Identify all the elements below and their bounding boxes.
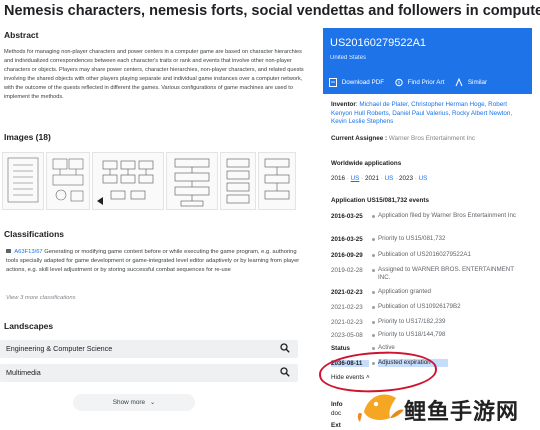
status-label: Status	[331, 345, 350, 352]
landscape-label: Engineering & Computer Science	[6, 344, 113, 353]
download-pdf-button[interactable]: Download PDF	[329, 78, 384, 87]
event-date: 2019-02-28	[331, 267, 363, 274]
image-carousel[interactable]	[2, 152, 296, 210]
worldwide-year: 2016	[331, 175, 346, 182]
similar-icon	[455, 78, 463, 87]
patent-figure-thumbnail[interactable]	[166, 152, 218, 210]
classification-icon	[6, 249, 11, 254]
info-heading-partial: Info	[331, 401, 343, 408]
patent-actions: Download PDF Find Prior Art Similar	[329, 78, 496, 87]
event-dot	[372, 321, 375, 324]
event-date: 2016-09-29	[331, 252, 363, 259]
event-date: 2016-03-25	[331, 236, 363, 243]
watermark-text: 鲤鱼手游网	[404, 400, 520, 425]
event-text: Publication of US10926179B2	[378, 303, 461, 310]
publication-number: US20160279522A1	[330, 37, 427, 49]
inventor-links[interactable]: Michael de Plater, Christopher Herman Ho…	[331, 101, 512, 125]
event-text: Priority to US15/081,732	[378, 235, 446, 242]
download-pdf-label: Download PDF	[341, 79, 385, 87]
event-dot	[372, 306, 375, 309]
search-icon[interactable]	[280, 343, 290, 353]
worldwide-country-link[interactable]: US	[385, 175, 394, 182]
event-date: 2021-02-23	[331, 319, 363, 326]
classification-entry: A63F13/67 Generating or modifying game c…	[6, 248, 302, 275]
chevron-down-icon: ⌄	[149, 399, 156, 406]
patent-figure-thumbnail[interactable]	[46, 152, 90, 210]
event-date: 2016-03-25	[331, 213, 363, 220]
patent-figure-thumbnail[interactable]	[2, 152, 44, 210]
assignee-value: Warner Bros Entertainment Inc	[388, 135, 476, 142]
ext-heading-partial: Ext	[331, 422, 341, 429]
event-text: Application granted	[378, 288, 431, 295]
event-dot	[372, 347, 375, 350]
patent-figure-thumbnail[interactable]	[92, 152, 164, 210]
event-date: 2023-05-08	[331, 332, 363, 339]
patent-header-card: US20160279522A1 United States Download P…	[323, 28, 532, 94]
similar-button[interactable]: Similar	[455, 78, 487, 87]
prior-art-icon	[395, 78, 403, 87]
status-value: Active	[378, 344, 395, 351]
page-title: Nemesis characters, nemesis forts, socia…	[4, 3, 540, 19]
event-text: Priority to US18/144,798	[378, 331, 446, 338]
landscapes-heading: Landscapes	[4, 321, 54, 331]
event-date: 2021-02-23	[331, 289, 363, 296]
event-text: Application filed by Warner Bros Enterta…	[378, 212, 517, 219]
info-link-partial[interactable]: doc	[331, 410, 341, 417]
event-date: 2021-02-23	[331, 304, 363, 311]
assignee-label: Current Assignee :	[331, 135, 388, 142]
pdf-icon	[329, 78, 337, 87]
country-label: United States	[330, 55, 367, 61]
worldwide-applications: 2016 · US · 2021 · US · 2023 · US	[331, 175, 428, 182]
inventor-label: Inventor	[331, 101, 356, 108]
patent-figure-thumbnail[interactable]	[220, 152, 256, 210]
abstract-text: Methods for managing non-player characte…	[4, 49, 304, 100]
images-heading: Images (18)	[4, 132, 51, 142]
event-dot	[372, 269, 375, 272]
worldwide-country-link[interactable]: US	[351, 175, 360, 182]
event-text: Priority to US17/182,239	[378, 318, 446, 325]
find-prior-art-button[interactable]: Find Prior Art	[395, 78, 445, 87]
classifications-heading: Classifications	[4, 229, 64, 239]
event-dot	[372, 334, 375, 337]
worldwide-country-link[interactable]: US	[419, 175, 428, 182]
show-more-label: Show more	[112, 399, 146, 406]
event-dot	[372, 254, 375, 257]
search-icon[interactable]	[280, 367, 290, 377]
worldwide-year: 2021	[364, 175, 379, 182]
application-events-label: Application US15/081,732 events	[331, 197, 429, 204]
worldwide-year: 2023	[398, 175, 413, 182]
landscape-item[interactable]: Engineering & Computer Science	[0, 340, 298, 358]
find-prior-art-label: Find Prior Art	[407, 79, 445, 87]
event-dot	[372, 215, 375, 218]
abstract-heading: Abstract	[4, 30, 39, 40]
event-dot	[372, 291, 375, 294]
classification-description: Generating or modifying game content bef…	[6, 249, 300, 273]
patent-figure-thumbnail[interactable]	[258, 152, 296, 210]
landscape-label: Multimedia	[6, 368, 41, 377]
event-text: Publication of US20160279522A1	[378, 251, 471, 258]
assignee-block: Current Assignee : Warner Bros Entertain…	[331, 135, 475, 142]
worldwide-label: Worldwide applications	[331, 160, 402, 167]
landscape-item[interactable]: Multimedia	[0, 364, 298, 382]
similar-label: Similar	[467, 79, 488, 87]
watermark: 鲤鱼手游网	[354, 384, 540, 430]
view-more-classifications-link[interactable]: View 3 more classifications	[6, 294, 75, 303]
event-text: Assigned to WARNER BROS. ENTERTAINMENT I…	[378, 266, 514, 281]
show-more-button[interactable]: Show more ⌄	[73, 394, 195, 411]
classification-code-link[interactable]: A63F13/67	[14, 249, 42, 255]
inventors-block: Inventor: Michael de Plater, Christopher…	[331, 101, 513, 125]
event-dot	[372, 238, 375, 241]
